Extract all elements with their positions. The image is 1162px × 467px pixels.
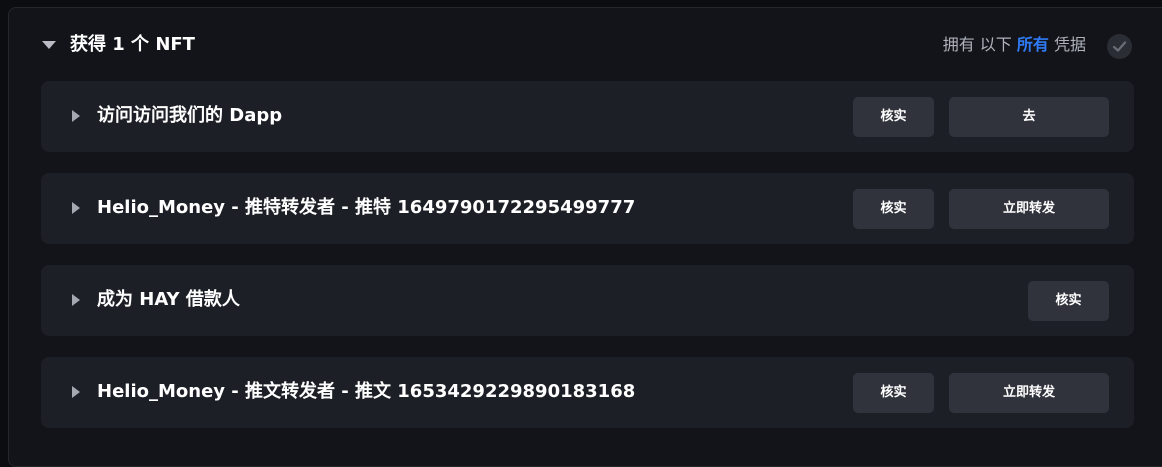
check-icon bbox=[1112, 41, 1127, 52]
caret-down-icon[interactable] bbox=[42, 41, 56, 49]
caret-right-icon[interactable] bbox=[72, 202, 80, 214]
caret-right-icon[interactable] bbox=[72, 386, 80, 398]
go-button[interactable]: 去 bbox=[949, 97, 1109, 137]
requirement-accent: 所有 bbox=[1016, 35, 1049, 54]
panel-header[interactable]: 获得 1 个 NFT 拥有 以下 所有 凭据 bbox=[9, 8, 1162, 80]
task-title: 成为 HAY 借款人 bbox=[97, 289, 240, 310]
requirement-prefix: 拥有 以下 bbox=[942, 35, 1012, 54]
panel-title: 获得 1 个 NFT bbox=[70, 34, 195, 55]
requirement-text: 拥有 以下 所有 凭据 bbox=[943, 33, 1086, 57]
nft-reward-panel: 获得 1 个 NFT 拥有 以下 所有 凭据 访问访问我们的 Dapp 核实 去… bbox=[8, 7, 1162, 467]
task-title: Helio_Money - 推文转发者 - 推文 165342922989018… bbox=[97, 381, 636, 402]
task-row[interactable]: 访问访问我们的 Dapp 核实 去 bbox=[41, 81, 1134, 152]
retweet-button[interactable]: 立即转发 bbox=[949, 189, 1109, 229]
requirement-suffix: 凭据 bbox=[1053, 35, 1086, 54]
task-row[interactable]: 成为 HAY 借款人 核实 bbox=[41, 265, 1134, 336]
completion-status bbox=[1107, 34, 1132, 59]
verify-button[interactable]: 核实 bbox=[853, 97, 934, 137]
retweet-button[interactable]: 立即转发 bbox=[949, 373, 1109, 413]
task-title: 访问访问我们的 Dapp bbox=[97, 105, 283, 126]
caret-right-icon[interactable] bbox=[72, 110, 80, 122]
verify-button[interactable]: 核实 bbox=[853, 373, 934, 413]
verify-button[interactable]: 核实 bbox=[853, 189, 934, 229]
verify-button[interactable]: 核实 bbox=[1028, 281, 1109, 321]
task-row[interactable]: Helio_Money - 推特转发者 - 推特 164979017229549… bbox=[41, 173, 1134, 244]
caret-right-icon[interactable] bbox=[72, 294, 80, 306]
task-title: Helio_Money - 推特转发者 - 推特 164979017229549… bbox=[97, 197, 636, 218]
task-row[interactable]: Helio_Money - 推文转发者 - 推文 165342922989018… bbox=[41, 357, 1134, 428]
